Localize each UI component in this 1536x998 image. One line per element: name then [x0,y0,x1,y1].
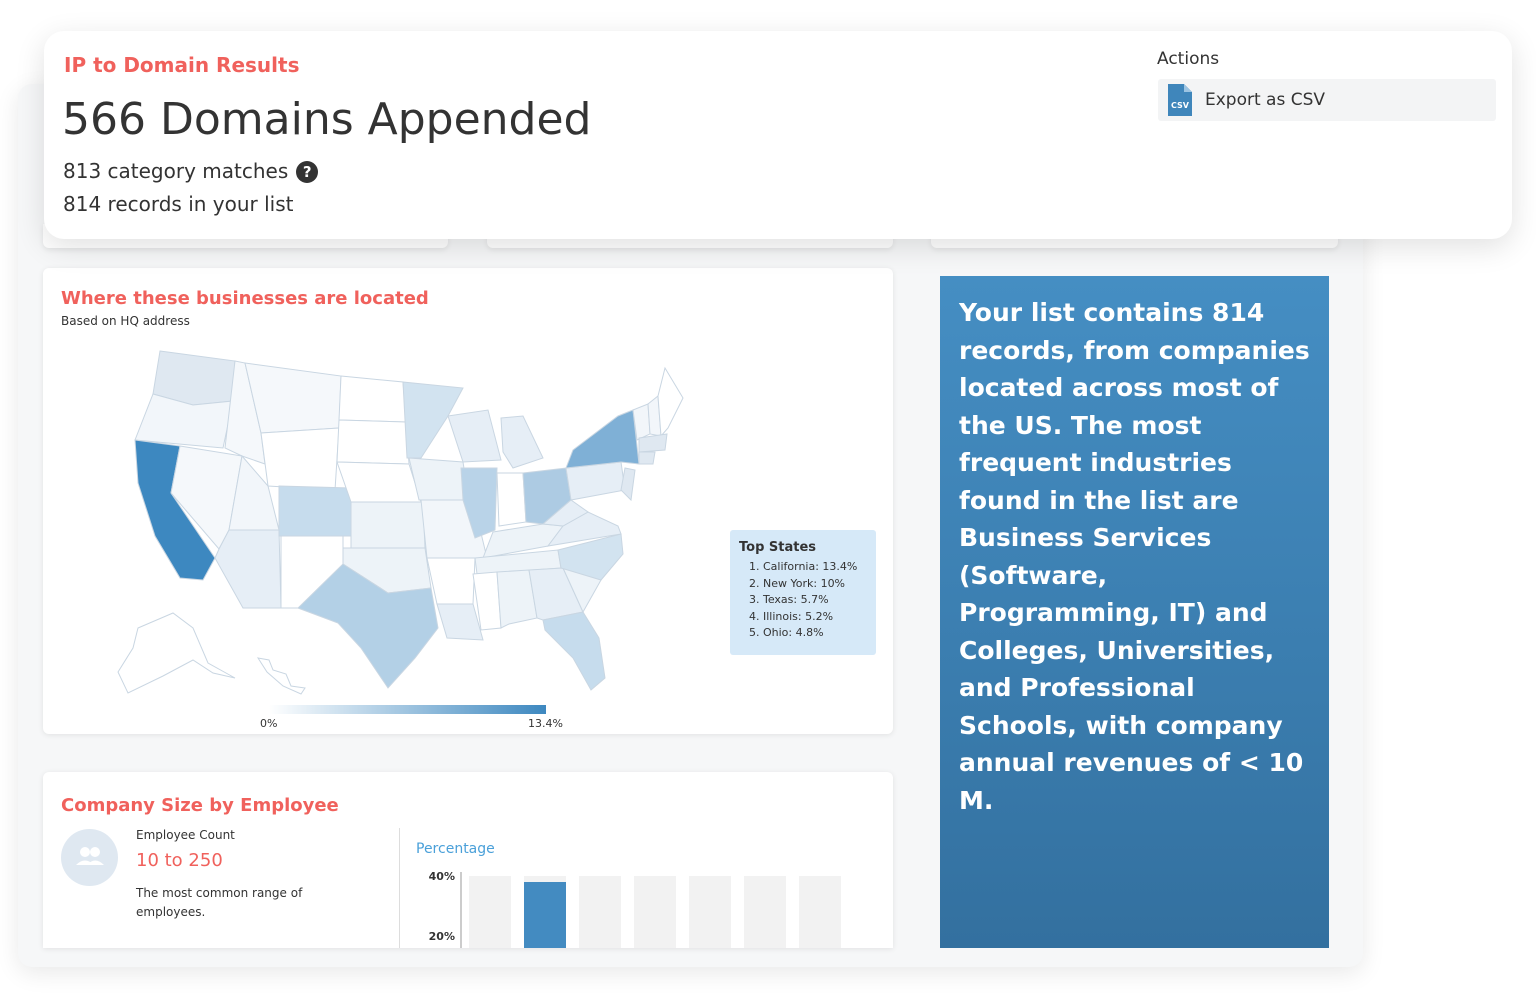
top-states-box: Top States 1. California: 13.4% 2. New Y… [730,530,876,655]
export-csv-button[interactable]: CSV Export as CSV [1158,79,1496,121]
top-state-item: 5. Ohio: 4.8% [749,626,824,639]
state-wi [447,409,502,463]
state-ia [408,457,470,501]
top-state-item: 3. Texas: 5.7% [749,593,829,606]
bar-track [744,876,786,948]
percentage-chart-title: Percentage [416,841,495,857]
employee-count-label: Employee Count [136,828,235,842]
bar[interactable] [524,882,566,948]
color-scale-bar [269,705,546,714]
category-matches-row: 813 category matches? [63,159,319,183]
y-tick-label: 20% [429,930,455,943]
color-scale-max: 13.4% [528,717,563,730]
bar-track [799,876,841,948]
state-fl [542,611,606,691]
bar-track [469,876,511,948]
state-mt [244,362,342,434]
y-tick-label: 40% [429,870,455,883]
state-or [134,393,234,449]
top-state-item: 2. New York: 10% [749,576,846,590]
state-la [436,603,484,641]
employee-count-value: 10 to 250 [136,850,223,871]
actions-label: Actions [1157,49,1220,69]
bar-track [579,876,621,948]
top-state-item: 1. California: 13.4% [749,560,858,573]
state-nj [620,467,636,502]
state-wy [260,427,340,491]
csv-icon-text: CSV [1171,101,1190,110]
results-header-card: IP to Domain Results 566 Domains Appende… [44,31,1512,239]
state-ct [638,451,656,465]
state-ny [565,409,640,469]
state-mi [500,415,544,469]
bar-track [689,876,731,948]
employee-count-description: The most common range of employees. [136,886,303,919]
insight-panel: Your list contains 814 records, from com… [940,276,1329,948]
records-count: 814 records in your list [63,192,294,216]
results-eyebrow: IP to Domain Results [64,53,300,77]
state-hi [256,657,306,695]
state-nd [338,375,407,423]
state-ar [426,557,476,605]
location-map-card: Where these businesses are located Based… [43,268,893,734]
csv-file-icon: CSV [1168,84,1192,116]
state-sd [336,419,410,465]
us-choropleth-map [117,350,684,695]
size-card-title: Company Size by Employee [61,795,339,816]
top-states-list: 1. California: 13.4% 2. New York: 10% 3.… [739,559,876,642]
page-title: 566 Domains Appended [62,94,592,145]
export-csv-label: Export as CSV [1205,90,1326,110]
state-co [278,485,352,537]
employee-size-bar-chart: 40% 20% [429,870,841,948]
divider [399,828,400,948]
state-ks [350,501,426,549]
state-in [496,472,527,527]
state-pa [565,461,626,501]
top-state-item: 4. Illinois: 5.2% [749,609,834,623]
help-icon[interactable]: ? [296,161,319,183]
company-size-card: Company Size by Employee Employee Count … [43,772,893,948]
state-az [214,529,282,609]
people-icon [61,829,118,886]
category-matches: 813 category matches [63,159,289,183]
top-states-title: Top States [739,540,817,555]
state-me [657,366,684,438]
color-scale-min: 0% [260,717,278,730]
bar-track [634,876,676,948]
insight-text: Your list contains 814 records, from com… [959,298,1310,815]
state-ne [336,461,422,503]
state-ak [117,612,236,694]
